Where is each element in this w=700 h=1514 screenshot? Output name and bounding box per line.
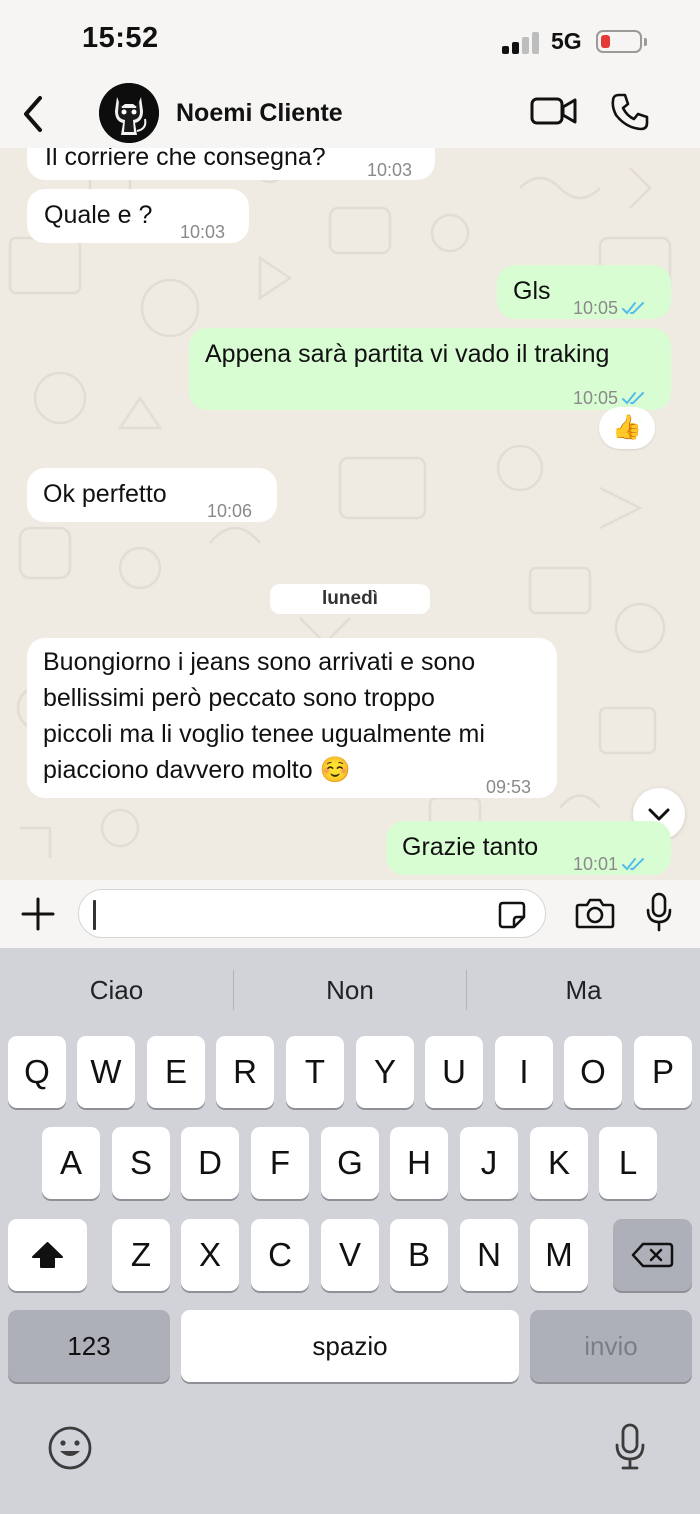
key-c[interactable]: C bbox=[251, 1219, 309, 1291]
key-r[interactable]: R bbox=[216, 1036, 274, 1108]
message-time: 10:01 bbox=[573, 854, 619, 874]
message-time: 10:06 bbox=[207, 501, 253, 521]
suggestion-ma[interactable]: Ma bbox=[467, 948, 700, 1032]
ios-keyboard: Ciao Non Ma Q W E R T Y U I O P A S D F … bbox=[0, 948, 700, 1514]
message-input-bar bbox=[0, 880, 700, 948]
back-chevron-icon[interactable] bbox=[18, 94, 48, 134]
shift-key[interactable] bbox=[8, 1219, 87, 1291]
message-text-line: Buongiorno i jeans sono arrivati e sono bbox=[43, 648, 476, 676]
key-u[interactable]: U bbox=[425, 1036, 483, 1108]
network-type: 5G bbox=[551, 28, 582, 54]
dictation-microphone-icon[interactable] bbox=[614, 1422, 646, 1472]
key-o[interactable]: O bbox=[564, 1036, 622, 1108]
key-f[interactable]: F bbox=[251, 1127, 309, 1199]
message-bubble-incoming[interactable]: Ok perfetto 10:06 bbox=[27, 468, 277, 522]
numbers-key[interactable]: 123 bbox=[8, 1310, 170, 1382]
key-h[interactable]: H bbox=[390, 1127, 448, 1199]
message-text-line: piacciono davvero molto ☺️ bbox=[43, 756, 351, 784]
camera-icon[interactable] bbox=[575, 896, 615, 930]
suggestion-non[interactable]: Non bbox=[234, 948, 466, 1032]
text-caret bbox=[93, 900, 96, 930]
key-w[interactable]: W bbox=[77, 1036, 135, 1108]
key-b[interactable]: B bbox=[390, 1219, 448, 1291]
message-time: 10:03 bbox=[180, 222, 226, 242]
delete-key[interactable] bbox=[613, 1219, 692, 1291]
message-time: 10:05 bbox=[573, 298, 619, 318]
suggestion-ciao[interactable]: Ciao bbox=[0, 948, 233, 1032]
signal-strength-icon bbox=[502, 32, 542, 54]
key-a[interactable]: A bbox=[42, 1127, 100, 1199]
key-x[interactable]: X bbox=[181, 1219, 239, 1291]
sticker-icon[interactable] bbox=[497, 900, 527, 930]
key-e[interactable]: E bbox=[147, 1036, 205, 1108]
contact-name[interactable]: Noemi Cliente bbox=[176, 99, 343, 128]
date-separator: lunedì bbox=[270, 584, 430, 614]
key-n[interactable]: N bbox=[460, 1219, 518, 1291]
chat-messages-area[interactable]: Il corriere che consegna? 10:03 Quale e … bbox=[0, 148, 700, 880]
message-text: Grazie tanto bbox=[402, 833, 539, 861]
message-text: Gls bbox=[513, 277, 551, 305]
message-text: Ok perfetto bbox=[43, 480, 167, 508]
key-j[interactable]: J bbox=[460, 1127, 518, 1199]
message-bubble-outgoing[interactable]: Gls 10:05 bbox=[497, 265, 671, 319]
message-bubble-incoming[interactable]: Il corriere che consegna? 10:03 bbox=[27, 148, 435, 180]
message-bubble-outgoing[interactable]: Grazie tanto 10:01 bbox=[386, 821, 671, 875]
read-receipt-double-check-icon bbox=[622, 392, 645, 405]
message-text-line: bellissimi però peccato sono troppo bbox=[43, 684, 435, 712]
key-i[interactable]: I bbox=[495, 1036, 553, 1108]
key-q[interactable]: Q bbox=[8, 1036, 66, 1108]
read-receipt-double-check-icon bbox=[622, 858, 645, 871]
message-time: 10:05 bbox=[573, 388, 619, 408]
message-time: 10:03 bbox=[367, 160, 413, 180]
video-call-icon[interactable] bbox=[530, 94, 578, 128]
key-t[interactable]: T bbox=[286, 1036, 344, 1108]
chat-header: Noemi Cliente bbox=[0, 80, 700, 148]
key-g[interactable]: G bbox=[321, 1127, 379, 1199]
key-k[interactable]: K bbox=[530, 1127, 588, 1199]
emoji-keyboard-icon[interactable] bbox=[47, 1425, 93, 1471]
read-receipt-double-check-icon bbox=[622, 302, 645, 315]
key-l[interactable]: L bbox=[599, 1127, 657, 1199]
return-key[interactable]: invio bbox=[530, 1310, 692, 1382]
space-key[interactable]: spazio bbox=[181, 1310, 519, 1382]
message-input[interactable] bbox=[78, 889, 546, 938]
status-bar: 15:52 5G bbox=[0, 0, 700, 80]
shift-arrow-icon bbox=[32, 1242, 63, 1268]
key-v[interactable]: V bbox=[321, 1219, 379, 1291]
phone-call-icon[interactable] bbox=[610, 92, 650, 132]
key-s[interactable]: S bbox=[112, 1127, 170, 1199]
message-bubble-outgoing[interactable]: Appena sarà partita vi vado il traking 1… bbox=[189, 328, 671, 410]
message-bubble-incoming[interactable]: Quale e ? 10:03 bbox=[27, 189, 249, 243]
message-text: Il corriere che consegna? bbox=[45, 148, 326, 171]
plus-attach-icon[interactable] bbox=[20, 896, 56, 932]
key-p[interactable]: P bbox=[634, 1036, 692, 1108]
thumbs-up-reaction[interactable]: 👍 bbox=[599, 407, 655, 449]
message-bubble-incoming[interactable]: Buongiorno i jeans sono arrivati e sono … bbox=[27, 638, 557, 798]
battery-icon bbox=[596, 30, 647, 53]
message-text: Appena sarà partita vi vado il traking bbox=[205, 340, 610, 368]
key-y[interactable]: Y bbox=[356, 1036, 414, 1108]
microphone-icon[interactable] bbox=[645, 892, 673, 932]
backspace-icon bbox=[631, 1242, 674, 1268]
key-z[interactable]: Z bbox=[112, 1219, 170, 1291]
message-text: Quale e ? bbox=[44, 201, 153, 229]
cat-avatar-icon bbox=[99, 83, 159, 143]
key-d[interactable]: D bbox=[181, 1127, 239, 1199]
key-m[interactable]: M bbox=[530, 1219, 588, 1291]
status-time: 15:52 bbox=[82, 22, 159, 54]
contact-avatar[interactable] bbox=[99, 83, 159, 143]
message-time: 09:53 bbox=[486, 777, 532, 797]
message-text-line: piccoli ma li voglio tenee ugualmente mi bbox=[43, 720, 485, 748]
